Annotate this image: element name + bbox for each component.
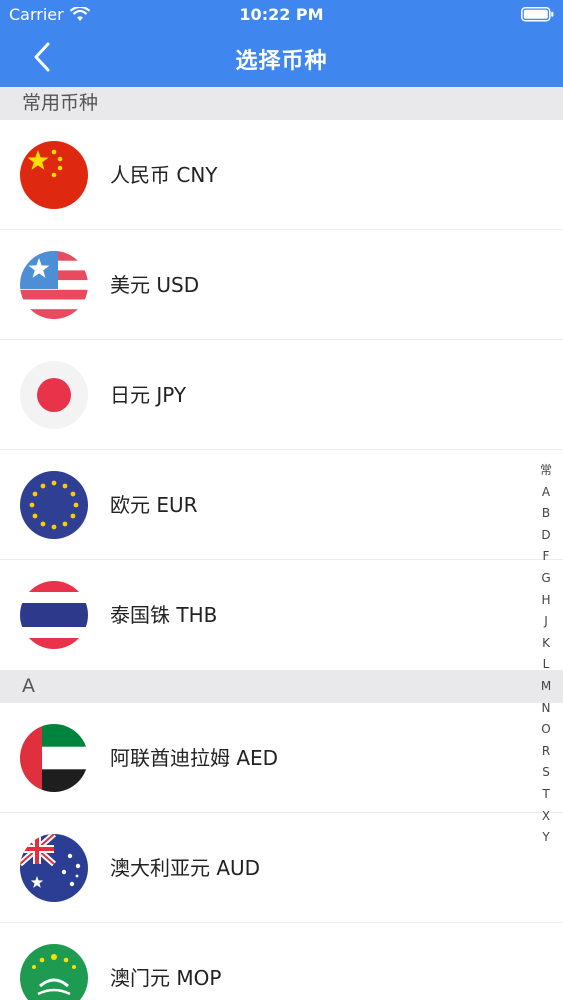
- index-letter[interactable]: J: [539, 611, 553, 633]
- index-letter[interactable]: H: [539, 590, 553, 612]
- currency-label: 日元 JPY: [110, 383, 187, 407]
- uae-flag-icon: [20, 724, 88, 792]
- index-letter[interactable]: X: [539, 806, 553, 828]
- index-letter[interactable]: 常: [539, 460, 553, 482]
- currency-label: 泰国铢 THB: [110, 603, 218, 627]
- japan-flag-icon: [20, 361, 88, 429]
- currency-label: 澳门元 MOP: [110, 966, 222, 990]
- index-letter[interactable]: A: [539, 482, 553, 504]
- index-letter[interactable]: O: [539, 719, 553, 741]
- currency-row-cny[interactable]: 人民币 CNY: [0, 120, 563, 230]
- usa-flag-icon: [20, 251, 88, 319]
- index-letter[interactable]: R: [539, 741, 553, 763]
- currency-label: 欧元 EUR: [110, 493, 198, 517]
- currency-row-aud[interactable]: 澳大利亚元 AUD: [0, 813, 563, 923]
- index-letter[interactable]: T: [539, 784, 553, 806]
- index-letter[interactable]: F: [539, 546, 553, 568]
- currency-list: 常用币种 人民币 CNY 美元 USD 日元 JPY 欧元 EUR 泰国铢 TH…: [0, 87, 563, 1000]
- index-letter[interactable]: D: [539, 525, 553, 547]
- index-letter[interactable]: K: [539, 633, 553, 655]
- index-letter[interactable]: G: [539, 568, 553, 590]
- section-index-bar[interactable]: 常 A B D F G H J K L M N O R S T X Y: [539, 460, 553, 849]
- header: Carrier 10:22 PM 选择币种: [0, 0, 563, 87]
- status-bar: Carrier 10:22 PM: [0, 0, 563, 30]
- currency-row-thb[interactable]: 泰国铢 THB: [0, 560, 563, 670]
- eu-flag-icon: [20, 471, 88, 539]
- currency-label: 人民币 CNY: [110, 163, 218, 187]
- china-flag-icon: [20, 141, 88, 209]
- currency-row-aed[interactable]: 阿联酋迪拉姆 AED: [0, 703, 563, 813]
- index-letter[interactable]: M: [539, 676, 553, 698]
- currency-row-mop[interactable]: 澳门元 MOP: [0, 923, 563, 1000]
- currency-label: 阿联酋迪拉姆 AED: [110, 746, 279, 770]
- currency-row-eur[interactable]: 欧元 EUR: [0, 450, 563, 560]
- index-letter[interactable]: S: [539, 762, 553, 784]
- australia-flag-icon: [20, 834, 88, 902]
- status-time: 10:22 PM: [239, 5, 324, 24]
- thailand-flag-icon: [20, 581, 88, 649]
- section-header-a: A: [0, 670, 563, 703]
- index-letter[interactable]: L: [539, 654, 553, 676]
- index-letter[interactable]: B: [539, 503, 553, 525]
- index-letter[interactable]: N: [539, 698, 553, 720]
- nav-bar: 选择币种: [0, 30, 563, 87]
- battery-icon: [521, 7, 554, 22]
- currency-label: 澳大利亚元 AUD: [110, 856, 261, 880]
- currency-row-jpy[interactable]: 日元 JPY: [0, 340, 563, 450]
- page-title: 选择币种: [235, 49, 328, 74]
- index-letter[interactable]: Y: [539, 827, 553, 849]
- macau-flag-icon: [20, 944, 88, 1000]
- currency-label: 美元 USD: [110, 273, 200, 297]
- currency-row-usd[interactable]: 美元 USD: [0, 230, 563, 340]
- section-header-common: 常用币种: [0, 87, 563, 120]
